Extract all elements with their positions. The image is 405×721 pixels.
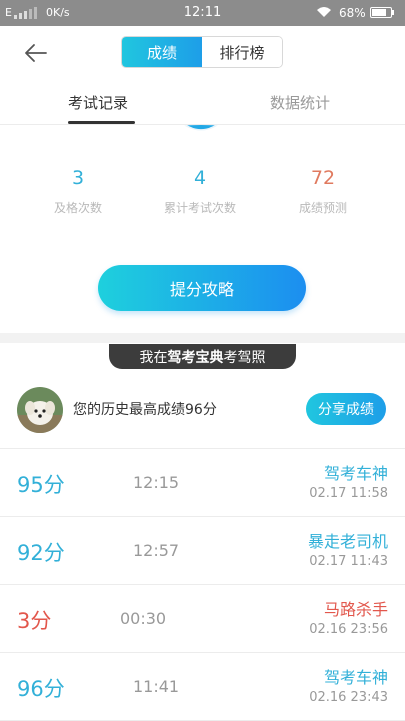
score-gauge-arc — [183, 125, 219, 131]
record-duration: 12:15 — [133, 473, 180, 492]
best-score-text: 您的历史最高成绩96分 — [73, 402, 217, 418]
stat-score-prediction: 72 成绩预测 — [263, 165, 383, 216]
record-datetime: 02.17 11:43 — [309, 554, 388, 569]
banner-prefix: 我在 — [139, 349, 168, 366]
battery-percent: 68% — [339, 6, 366, 20]
stat-value: 4 — [193, 167, 207, 189]
stat-value: 3 — [71, 167, 85, 189]
record-title: 驾考车神 — [323, 464, 388, 483]
record-row[interactable]: 95分 12:15 驾考车神 02.17 11:58 — [0, 449, 405, 517]
stat-label: 及格次数 — [53, 201, 102, 215]
stat-label: 成绩预测 — [298, 201, 347, 215]
tab-scores[interactable]: 成绩 — [122, 37, 202, 67]
wifi-icon — [317, 7, 331, 17]
sub-tabs: 考试记录 数据统计 — [0, 80, 405, 125]
section-divider — [0, 333, 405, 343]
share-score-button[interactable]: 分享成绩 — [306, 393, 386, 425]
record-datetime: 02.16 23:43 — [309, 690, 388, 705]
record-duration: 12:57 — [133, 541, 180, 560]
record-row[interactable]: 3分 00:30 马路杀手 02.16 23:56 — [0, 585, 405, 653]
record-row[interactable]: 92分 12:57 暴走老司机 02.17 11:43 — [0, 517, 405, 585]
record-title: 暴走老司机 — [307, 532, 388, 551]
best-score-row: 您的历史最高成绩96分 分享成绩 — [0, 380, 405, 449]
tab-exam-records[interactable]: 考试记录 — [68, 92, 128, 113]
record-datetime: 02.17 11:58 — [309, 486, 388, 501]
dog-avatar-icon — [17, 387, 63, 433]
record-duration: 11:41 — [133, 677, 180, 696]
tips-button[interactable]: 提分攻略 — [98, 265, 306, 311]
record-datetime: 02.16 23:56 — [309, 622, 388, 637]
stat-exam-count: 4 累计考试次数 — [140, 165, 260, 216]
record-row[interactable]: 96分 11:41 驾考车神 02.16 23:43 — [0, 653, 405, 721]
record-duration: 00:30 — [120, 609, 167, 628]
record-title: 马路杀手 — [323, 600, 388, 619]
app-header: 成绩 排行榜 — [0, 26, 405, 80]
stat-value: 72 — [310, 167, 336, 189]
record-score: 92分 — [17, 541, 65, 565]
stats-panel: 3 及格次数 4 累计考试次数 72 成绩预测 提分攻略 — [0, 125, 405, 333]
tab-data-stats[interactable]: 数据统计 — [270, 92, 330, 113]
exam-records-list: 95分 12:15 驾考车神 02.17 11:58 92分 12:57 暴走老… — [0, 449, 405, 721]
record-score: 3分 — [17, 609, 52, 633]
promo-banner: 我在 驾考宝典 考驾照 — [109, 344, 296, 369]
stat-pass-count: 3 及格次数 — [18, 165, 138, 216]
back-arrow-icon[interactable] — [22, 40, 48, 66]
tab-leaderboard[interactable]: 排行榜 — [202, 37, 282, 67]
battery-icon — [370, 7, 394, 18]
record-score: 95分 — [17, 473, 65, 497]
avatar[interactable] — [17, 387, 63, 433]
segment-control: 成绩 排行榜 — [121, 36, 283, 68]
record-score: 96分 — [17, 677, 65, 701]
banner-suffix: 考驾照 — [223, 349, 266, 366]
stat-label: 累计考试次数 — [163, 201, 236, 215]
status-bar: E 0K/s 12:11 68% — [0, 0, 405, 26]
banner-brand: 驾考宝典 — [167, 349, 224, 366]
tab-indicator — [68, 121, 135, 124]
record-title: 驾考车神 — [323, 668, 388, 687]
